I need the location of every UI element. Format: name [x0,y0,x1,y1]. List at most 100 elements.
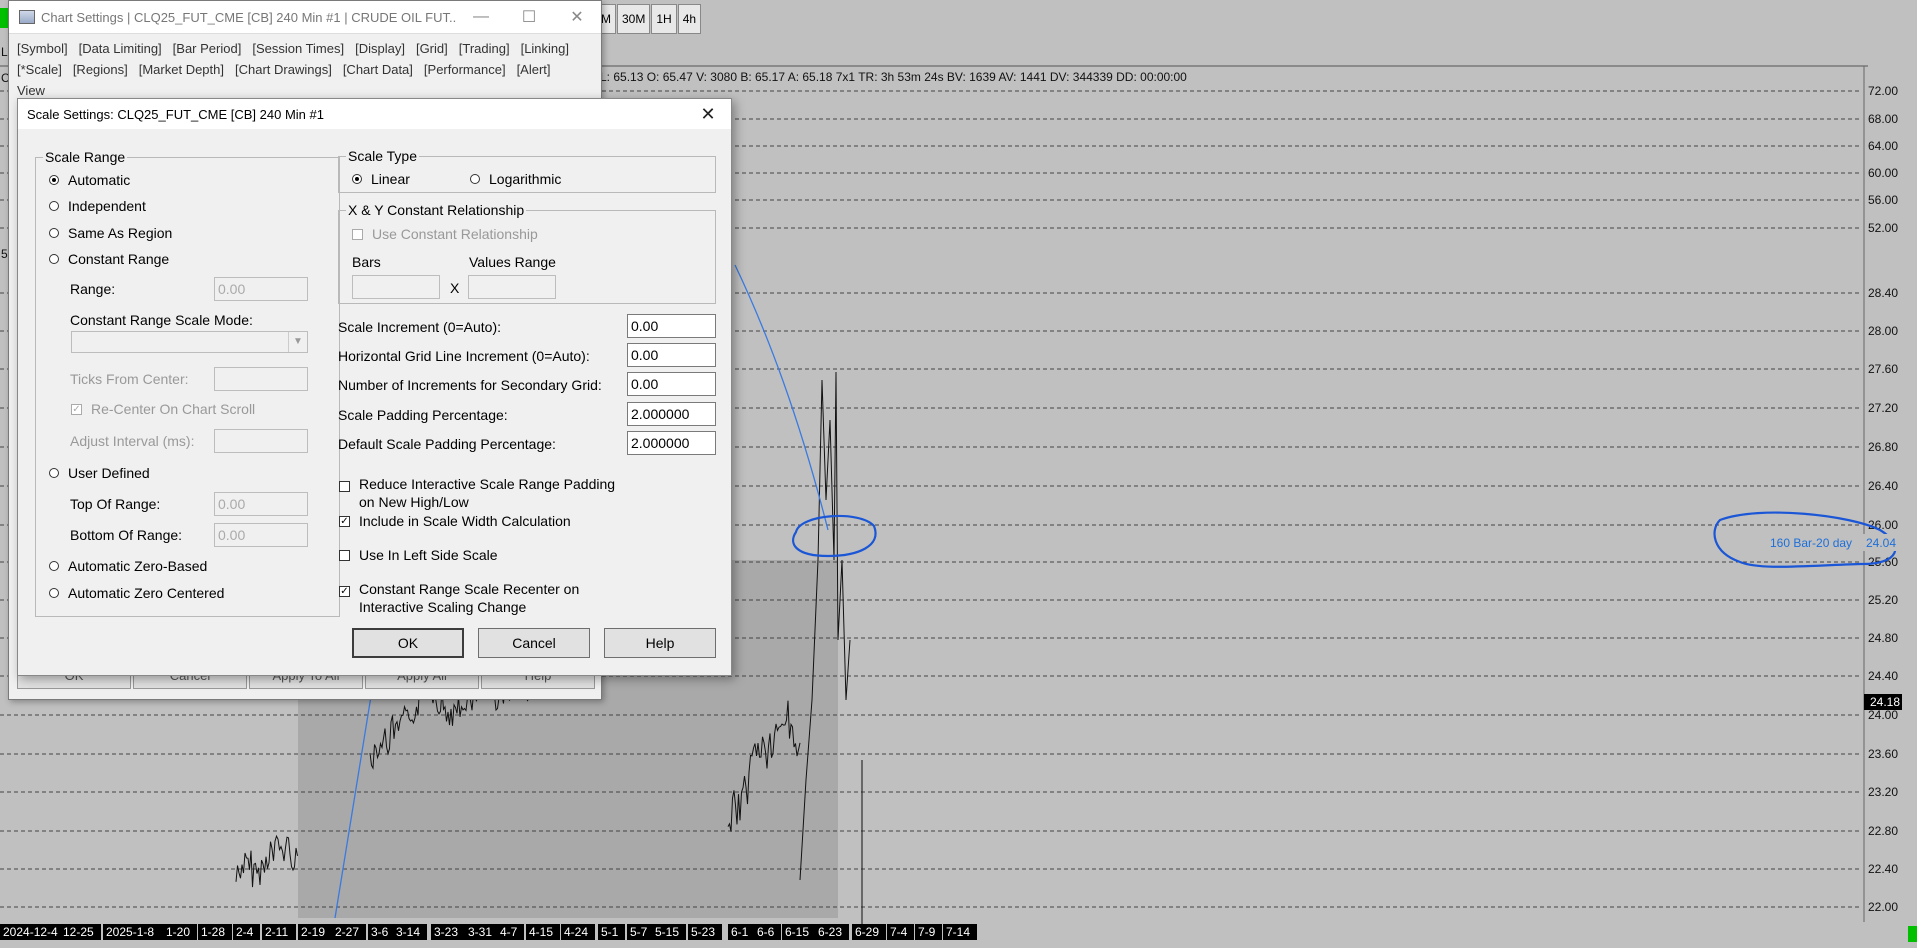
chevron-down-icon[interactable]: ▼ [288,332,307,352]
timeframe-button-1h[interactable]: 1H [651,4,677,34]
check-icon[interactable]: ✓ [339,586,350,597]
radio-automatic-zero-based[interactable]: Automatic Zero-Based [49,558,207,574]
line-annotation-label: 160 Bar-20 day [1770,536,1852,550]
radio-indicator[interactable] [352,174,362,184]
tab-display[interactable]: [Display] [355,38,405,59]
annotation-price-label: 24.04 [1866,536,1896,550]
checkbox-box[interactable] [339,481,350,492]
tab-data-limiting[interactable]: [Data Limiting] [79,38,162,59]
price-scale-label: 68.00 [1868,112,1898,126]
radio-indicator[interactable] [470,174,480,184]
radio-automatic-zero-centered[interactable]: Automatic Zero Centered [49,585,224,601]
tab-market-depth[interactable]: [Market Depth] [139,59,224,80]
radio-indicator[interactable] [49,588,59,598]
range-label: Range: [70,281,116,297]
date-axis-label: 1-20 [166,925,190,939]
date-axis-label: 7-4 [890,925,908,939]
tab-trading[interactable]: [Trading] [459,38,510,59]
ok-button[interactable]: OK [352,628,464,658]
tab-alert[interactable]: [Alert] [517,59,551,80]
date-axis-label: 4-15 [529,925,553,939]
date-axis-label: 2025-1-8 [106,925,154,939]
date-axis-label: 5-23 [691,925,715,939]
price-scale-label: 72.00 [1868,84,1898,98]
radio-independent-label: Independent [68,198,146,214]
scale-padding-field[interactable]: 2.000000 [627,402,716,426]
tab-symbol[interactable]: [Symbol] [17,38,68,59]
bottom-of-range-field[interactable]: 0.00 [214,523,308,547]
reduce-padding-checkbox[interactable]: Reduce Interactive Scale Range Padding on… [339,475,615,511]
scale-dialog-titlebar[interactable]: Scale Settings: CLQ25_FUT_CME [CB] 240 M… [18,99,731,129]
radio-same-as-region[interactable]: Same As Region [49,225,172,241]
price-scale-label: 28.40 [1868,286,1898,300]
horizontal-grid-increment-field[interactable]: 0.00 [627,343,716,367]
date-axis-label: 2-4 [236,925,254,939]
xy-legend: X & Y Constant Relationship [346,202,527,218]
radio-linear[interactable]: Linear [352,171,410,187]
tab-scale[interactable]: [*Scale] [17,59,62,80]
use-constant-relationship-checkbox[interactable]: Use Constant Relationship [352,226,538,242]
tab-session-times[interactable]: [Session Times] [252,38,344,59]
checkbox-box[interactable] [352,228,363,240]
bottom-of-range-label: Bottom Of Range: [70,527,183,543]
check-icon[interactable]: ✓ [339,515,350,527]
values-range-field[interactable] [468,275,556,299]
timeframe-button-30m[interactable]: 30M [617,4,651,34]
top-of-range-field[interactable]: 0.00 [214,492,308,516]
tab-chart-data[interactable]: [Chart Data] [343,59,413,80]
close-icon[interactable]: ✕ [685,99,731,129]
date-axis-label: 5-1 [601,925,619,939]
reduce-padding-line1: Reduce Interactive Scale Range Padding [359,476,616,492]
constant-range-recenter-checkbox[interactable]: ✓ Constant Range Scale Recenter on Intera… [339,580,579,616]
radio-independent[interactable]: Independent [49,198,146,214]
minimize-icon[interactable]: — [457,1,505,33]
radio-logarithmic-label: Logarithmic [489,171,562,187]
horizontal-grid-increment-label: Horizontal Grid Line Increment (0=Auto): [338,348,590,364]
bars-label: Bars [352,254,381,270]
radio-constant-range[interactable]: Constant Range [49,251,169,267]
timeframe-button-4h[interactable]: 4h [677,4,702,34]
scale-increment-field[interactable]: 0.00 [627,314,716,338]
tab-regions[interactable]: [Regions] [73,59,128,80]
cancel-button[interactable]: Cancel [478,628,590,658]
radio-indicator[interactable] [49,561,59,571]
date-axis-label: 3-23 [434,925,458,939]
tab-performance[interactable]: [Performance] [424,59,506,80]
bars-field[interactable] [352,275,440,299]
checkbox-box[interactable] [339,549,350,561]
scale-dialog-title: Scale Settings: CLQ25_FUT_CME [CB] 240 M… [27,106,324,122]
close-icon[interactable]: ✕ [553,1,601,33]
radio-automatic[interactable]: Automatic [49,172,130,188]
date-axis-label: 12-25 [63,925,94,939]
price-scale-label: 26.80 [1868,440,1898,454]
tab-grid[interactable]: [Grid] [416,38,448,59]
recenter-on-scroll-checkbox[interactable]: ✓ Re-Center On Chart Scroll [71,401,255,417]
constant-range-scale-mode-select[interactable]: ▼ [71,331,308,353]
chart-settings-titlebar[interactable]: Chart Settings | CLQ25_FUT_CME [CB] 240 … [9,1,601,34]
date-axis-label: 2-27 [335,925,359,939]
left-side-scale-checkbox[interactable]: Use In Left Side Scale [339,547,498,563]
radio-user-defined[interactable]: User Defined [49,465,150,481]
default-scale-padding-field[interactable]: 2.000000 [627,431,716,455]
price-scale-label: 60.00 [1868,166,1898,180]
radio-indicator[interactable] [49,175,59,185]
secondary-grid-increments-field[interactable]: 0.00 [627,372,716,396]
tab-chart-drawings[interactable]: [Chart Drawings] [235,59,332,80]
tab-linking[interactable]: [Linking] [521,38,569,59]
check-icon[interactable]: ✓ [71,403,82,415]
include-scale-width-checkbox[interactable]: ✓ Include in Scale Width Calculation [339,513,571,529]
adjust-interval-field[interactable] [214,429,308,453]
radio-indicator[interactable] [49,201,59,211]
radio-logarithmic[interactable]: Logarithmic [470,171,561,187]
help-button[interactable]: Help [604,628,716,658]
radio-indicator[interactable] [49,228,59,238]
date-axis-label: 2-19 [301,925,325,939]
chart-settings-tabs: [Symbol] [Data Limiting] [Bar Period] [Sess… [9,34,601,101]
range-field[interactable]: 0.00 [214,277,308,301]
radio-indicator[interactable] [49,254,59,264]
radio-constant-range-label: Constant Range [68,251,170,267]
radio-indicator[interactable] [49,468,59,478]
tab-bar-period[interactable]: [Bar Period] [173,38,242,59]
ticks-from-center-field[interactable] [214,367,308,391]
maximize-icon[interactable]: ☐ [505,1,553,33]
